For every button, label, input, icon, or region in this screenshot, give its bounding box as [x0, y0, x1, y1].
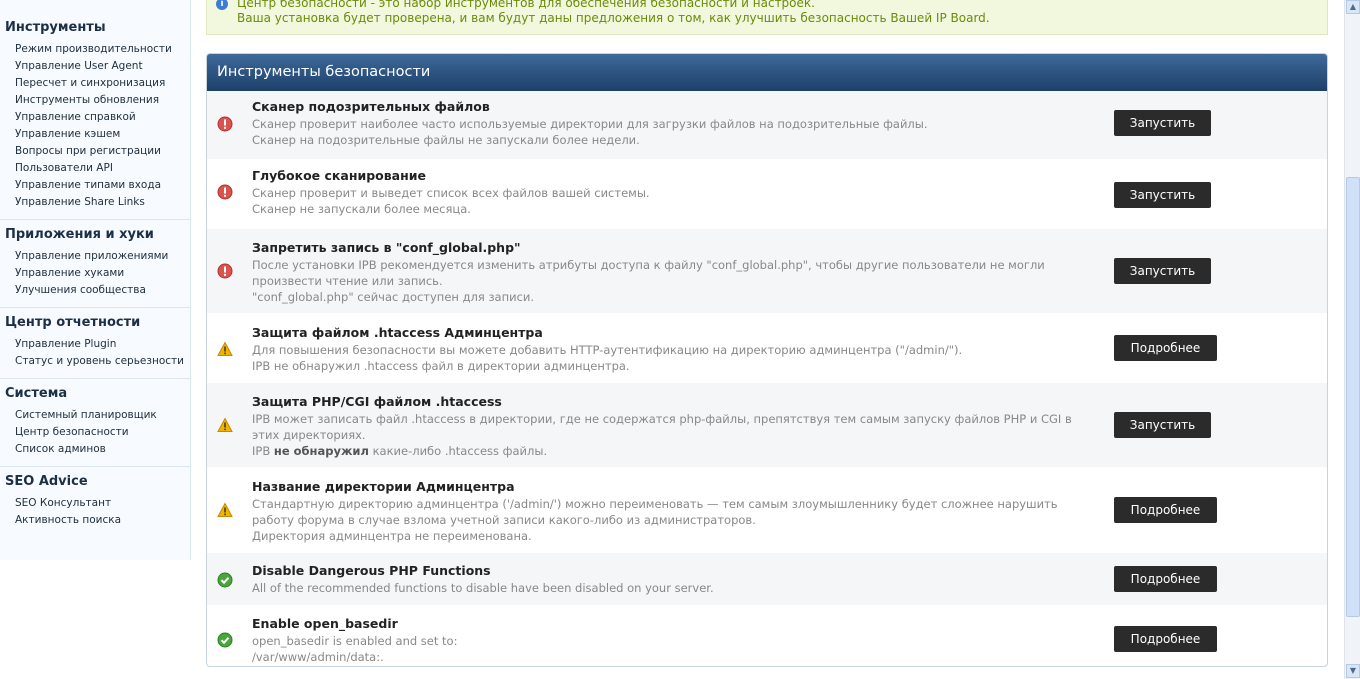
scroll-down-arrow-icon[interactable]: ▼	[1346, 664, 1360, 678]
security-tool-row: Disable Dangerous PHP Functions All of th…	[207, 553, 1327, 606]
tool-description: All of the recommended functions to disa…	[252, 581, 714, 595]
sidebar-section-title: SEO Advice	[5, 474, 88, 489]
run-button[interactable]: Запустить	[1114, 412, 1211, 438]
check-icon	[217, 572, 233, 588]
error-icon	[217, 263, 233, 279]
security-tool-row: Защита файлом .htaccess Админцентра Для п…	[207, 314, 1327, 383]
tool-title: Защита файлом .htaccess Админцентра	[252, 325, 543, 340]
sidebar-item[interactable]: Системный планировщик	[0, 407, 190, 424]
run-button[interactable]: Запустить	[1114, 182, 1211, 208]
sidebar-item[interactable]: Пользователи API	[0, 160, 190, 177]
sidebar-item[interactable]: SEO Консультант	[0, 495, 190, 512]
tool-description: open_basedir is enabled and set to:/var/…	[252, 634, 458, 664]
sidebar-section-title: Приложения и хуки	[5, 227, 154, 242]
info-line-2: Ваша установка будет проверена, и вам бу…	[237, 11, 990, 25]
security-tool-row: Защита PHP/CGI файлом .htaccess IPB может…	[207, 383, 1327, 468]
security-tools-panel: Инструменты безопасности Сканер подозрит…	[206, 53, 1328, 667]
sidebar-section: Приложения и хуки Управление приложениями…	[0, 221, 190, 308]
security-tool-row: Глубокое сканирование Сканер проверит и в…	[207, 160, 1327, 229]
sidebar-section-title: Центр отчетности	[5, 315, 141, 330]
tool-title: Запретить запись в "conf_global.php"	[252, 240, 521, 255]
tool-title: Disable Dangerous PHP Functions	[252, 563, 491, 578]
sidebar-item[interactable]: Управление приложениями	[0, 248, 190, 265]
tool-description: Сканер проверит и выведет список всех фа…	[252, 186, 650, 216]
sidebar-item[interactable]: Активность поиска	[0, 512, 190, 529]
sidebar-item[interactable]: Управление справкой	[0, 109, 190, 126]
tool-description: Для повышения безопасности вы можете доб…	[252, 343, 963, 373]
security-tool-row: Сканер подозрительных файлов Сканер прове…	[207, 91, 1327, 160]
sidebar-item[interactable]: Вопросы при регистрации	[0, 143, 190, 160]
sidebar: Инструменты Режим производительности Управ…	[0, 0, 191, 560]
sidebar-section-title: Система	[5, 386, 68, 401]
sidebar-item[interactable]: Пересчет и синхронизация	[0, 75, 190, 92]
sidebar-item[interactable]: Управление кэшем	[0, 126, 190, 143]
panel-title: Инструменты безопасности	[207, 54, 1327, 91]
tool-description: Сканер проверит наиболее часто используе…	[252, 117, 928, 147]
security-tool-row: Enable open_basedir open_basedir is enabl…	[207, 606, 1327, 666]
sidebar-section: Инструменты Режим производительности Управ…	[0, 14, 190, 220]
sidebar-item[interactable]: Режим производительности	[0, 41, 190, 58]
warning-icon	[217, 502, 233, 518]
scrollbar-thumb[interactable]	[1346, 177, 1360, 617]
sidebar-item[interactable]: Статус и уровень серьезности	[0, 353, 190, 370]
sidebar-item[interactable]: Инструменты обновления	[0, 92, 190, 109]
sidebar-item[interactable]: Список админов	[0, 441, 190, 458]
tool-description: Стандартную директорию админцентра ('/ad…	[252, 497, 1058, 543]
tool-description: IPB может записать файл .htaccess в дире…	[252, 412, 1072, 458]
sidebar-item[interactable]: Управление хуками	[0, 265, 190, 282]
info-line-1: Центр безопасности - это набор инструмен…	[237, 0, 815, 10]
sidebar-section-title: Инструменты	[5, 20, 106, 35]
security-tool-row: Название директории Админцентра Стандартн…	[207, 468, 1327, 553]
sidebar-item[interactable]: Центр безопасности	[0, 424, 190, 441]
sidebar-item[interactable]: Управление Share Links	[0, 194, 190, 211]
scroll-up-arrow-icon[interactable]: ▲	[1346, 0, 1360, 14]
error-icon	[217, 116, 233, 132]
sidebar-section: Центр отчетности Управление Plugin Статус …	[0, 309, 190, 379]
security-tool-row: Запретить запись в "conf_global.php" Посл…	[207, 229, 1327, 314]
warning-icon	[217, 417, 233, 433]
details-button[interactable]: Подробнее	[1114, 566, 1217, 592]
sidebar-section: SEO Advice SEO Консультант Активность поис…	[0, 468, 190, 537]
check-icon	[217, 632, 233, 648]
tool-title: Глубокое сканирование	[252, 168, 426, 183]
sidebar-item[interactable]: Управление Plugin	[0, 336, 190, 353]
info-box: i Центр безопасности - это набор инструм…	[206, 0, 1328, 35]
error-icon	[217, 184, 233, 200]
run-button[interactable]: Запустить	[1114, 258, 1211, 284]
tool-title: Защита PHP/CGI файлом .htaccess	[252, 394, 502, 409]
sidebar-item[interactable]: Управление User Agent	[0, 58, 190, 75]
tool-title: Сканер подозрительных файлов	[252, 99, 490, 114]
tool-title: Название директории Админцентра	[252, 479, 515, 494]
sidebar-item[interactable]: Управление типами входа	[0, 177, 190, 194]
details-button[interactable]: Подробнее	[1114, 626, 1217, 652]
tool-description: После установки IPB рекомендуется измени…	[252, 258, 1045, 304]
warning-icon	[217, 341, 233, 357]
run-button[interactable]: Запустить	[1114, 110, 1211, 136]
details-button[interactable]: Подробнее	[1114, 335, 1217, 361]
tools-list: Сканер подозрительных файлов Сканер прове…	[207, 91, 1327, 666]
sidebar-section: Система Системный планировщик Центр безопа…	[0, 380, 190, 467]
tool-title: Enable open_basedir	[252, 616, 398, 631]
sidebar-item[interactable]: Улучшения сообщества	[0, 282, 190, 299]
details-button[interactable]: Подробнее	[1114, 497, 1217, 523]
info-icon: i	[216, 0, 228, 10]
scrollbar[interactable]: ▲ ▼	[1344, 0, 1360, 679]
